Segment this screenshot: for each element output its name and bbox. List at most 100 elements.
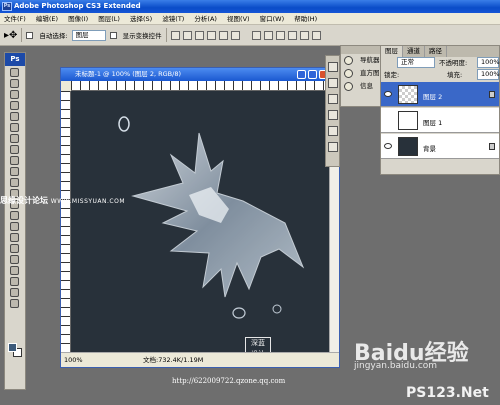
menu-help[interactable]: 帮助(H) xyxy=(290,13,321,25)
distribute-hcenter-icon[interactable] xyxy=(299,30,309,40)
paragraph-dock-icon[interactable] xyxy=(328,126,338,136)
layer-name[interactable]: 图层 2 xyxy=(423,91,442,101)
menu-image[interactable]: 图像(I) xyxy=(64,13,92,25)
layers-panel: 图层 通道 路径 正常 不透明度: 100% 锁定: 填充: 100% 图层 2 图… xyxy=(380,45,500,175)
menu-edit[interactable]: 编辑(E) xyxy=(32,13,62,25)
color-swatches[interactable] xyxy=(8,343,22,357)
maximize-button[interactable] xyxy=(308,70,317,79)
panel-header[interactable] xyxy=(341,46,381,54)
navigator-item[interactable]: 导航器 xyxy=(341,54,381,67)
options-separator xyxy=(21,28,23,42)
opacity-label: 不透明度: xyxy=(439,59,468,67)
tab-paths[interactable]: 路径 xyxy=(425,46,447,57)
layer-row-layer-1[interactable]: 图层 1 xyxy=(381,108,499,133)
layer-name[interactable]: 背景 xyxy=(423,143,436,153)
document-info[interactable]: 文档:732.4K/1.19M xyxy=(143,353,203,368)
dodge-tool-icon[interactable] xyxy=(10,211,19,220)
auto-select-label: 自动选择: xyxy=(39,32,68,40)
pen-tool-icon[interactable] xyxy=(10,222,19,231)
history-brush-tool-icon[interactable] xyxy=(10,167,19,176)
tools-dock-icon[interactable] xyxy=(328,110,338,120)
info-item[interactable]: 信息 xyxy=(341,80,381,93)
clone-stamp-tool-icon[interactable] xyxy=(10,156,19,165)
photoshop-app-icon: Ps xyxy=(2,2,12,11)
histogram-icon xyxy=(344,69,353,78)
layer-name[interactable]: 图层 1 xyxy=(423,117,442,127)
layers-panel-tabs: 图层 通道 路径 xyxy=(381,46,499,57)
lasso-tool-icon[interactable] xyxy=(10,90,19,99)
align-top-icon[interactable] xyxy=(170,30,180,40)
eye-icon[interactable] xyxy=(384,143,392,149)
liquid-splash-artwork xyxy=(118,116,305,319)
fill-input[interactable]: 100% xyxy=(477,69,500,80)
seal-stamp: 深蓝设计 xyxy=(245,337,271,353)
brush-tool-icon[interactable] xyxy=(10,145,19,154)
layer-row-background[interactable]: 背景 xyxy=(381,134,499,159)
notes-tool-icon[interactable] xyxy=(10,266,19,275)
distribute-left-icon[interactable] xyxy=(287,30,297,40)
play-dock-icon[interactable] xyxy=(328,78,338,88)
histogram-item[interactable]: 直方图 xyxy=(341,67,381,80)
auto-select-dropdown[interactable]: 图层 xyxy=(71,29,106,41)
align-hcenter-icon[interactable] xyxy=(218,30,228,40)
blend-mode-dropdown[interactable]: 正常 xyxy=(397,57,435,68)
menu-filter[interactable]: 滤镜(T) xyxy=(158,13,188,25)
info-icon xyxy=(344,82,353,91)
align-vcenter-icon[interactable] xyxy=(182,30,192,40)
canvas[interactable]: 深蓝设计 xyxy=(71,91,331,353)
tab-layers[interactable]: 图层 xyxy=(381,46,403,57)
distribute-top-icon[interactable] xyxy=(251,30,261,40)
distribute-vcenter-icon[interactable] xyxy=(263,30,273,40)
slice-tool-icon[interactable] xyxy=(10,123,19,132)
path-select-tool-icon[interactable] xyxy=(10,244,19,253)
horizontal-ruler xyxy=(71,81,331,91)
menu-select[interactable]: 选择(S) xyxy=(126,13,156,25)
zoom-level[interactable]: 100% xyxy=(64,356,83,364)
zoom-tool-icon[interactable] xyxy=(10,299,19,308)
align-left-icon[interactable] xyxy=(206,30,216,40)
hand-tool-icon[interactable] xyxy=(10,288,19,297)
navigator-dock-icon[interactable] xyxy=(328,62,338,72)
align-buttons xyxy=(170,30,240,40)
layer-thumbnail xyxy=(398,137,418,156)
move-tool-icon[interactable]: ▸✥ xyxy=(4,30,17,41)
marquee-tool-icon[interactable] xyxy=(10,79,19,88)
droplet xyxy=(232,307,246,319)
auto-select-checkbox[interactable] xyxy=(26,31,34,39)
magic-wand-tool-icon[interactable] xyxy=(10,101,19,110)
eyedropper-tool-icon[interactable] xyxy=(10,277,19,286)
droplet xyxy=(118,116,130,132)
opacity-input[interactable]: 100% xyxy=(477,57,500,68)
shape-tool-icon[interactable] xyxy=(10,255,19,264)
history-dock-icon[interactable] xyxy=(328,94,338,104)
menu-view[interactable]: 视图(V) xyxy=(223,13,254,25)
foreground-color-swatch[interactable] xyxy=(8,343,17,352)
menu-analysis[interactable]: 分析(A) xyxy=(190,13,221,25)
healing-brush-tool-icon[interactable] xyxy=(10,134,19,143)
show-transform-checkbox[interactable] xyxy=(109,31,117,39)
navigator-icon xyxy=(344,56,353,65)
align-bottom-icon[interactable] xyxy=(194,30,204,40)
layer-thumbnail xyxy=(398,85,418,104)
menu-layer[interactable]: 图层(L) xyxy=(94,13,124,25)
align-right-icon[interactable] xyxy=(230,30,240,40)
type-tool-icon[interactable] xyxy=(10,233,19,242)
distribute-buttons xyxy=(251,30,321,40)
crop-tool-icon[interactable] xyxy=(10,112,19,121)
distribute-bottom-icon[interactable] xyxy=(275,30,285,40)
menu-window[interactable]: 窗口(W) xyxy=(256,13,289,25)
menu-file[interactable]: 文件(F) xyxy=(0,13,30,25)
photoshop-logo: Ps xyxy=(5,53,25,66)
eraser-tool-icon[interactable] xyxy=(10,178,19,187)
minimize-button[interactable] xyxy=(297,70,306,79)
move-tool-icon[interactable] xyxy=(10,68,19,77)
distribute-right-icon[interactable] xyxy=(311,30,321,40)
show-transform-label: 显示变换控件 xyxy=(122,32,162,40)
ps123-logo: PS123.Net xyxy=(406,385,489,401)
tab-channels[interactable]: 通道 xyxy=(403,46,425,57)
menu-bar: 文件(F) 编辑(E) 图像(I) 图层(L) 选择(S) 滤镜(T) 分析(A… xyxy=(0,13,500,25)
eye-icon[interactable] xyxy=(384,91,392,97)
options-separator xyxy=(165,28,167,42)
layer-comps-dock-icon[interactable] xyxy=(328,142,338,152)
layer-row-layer-2[interactable]: 图层 2 xyxy=(381,82,499,107)
